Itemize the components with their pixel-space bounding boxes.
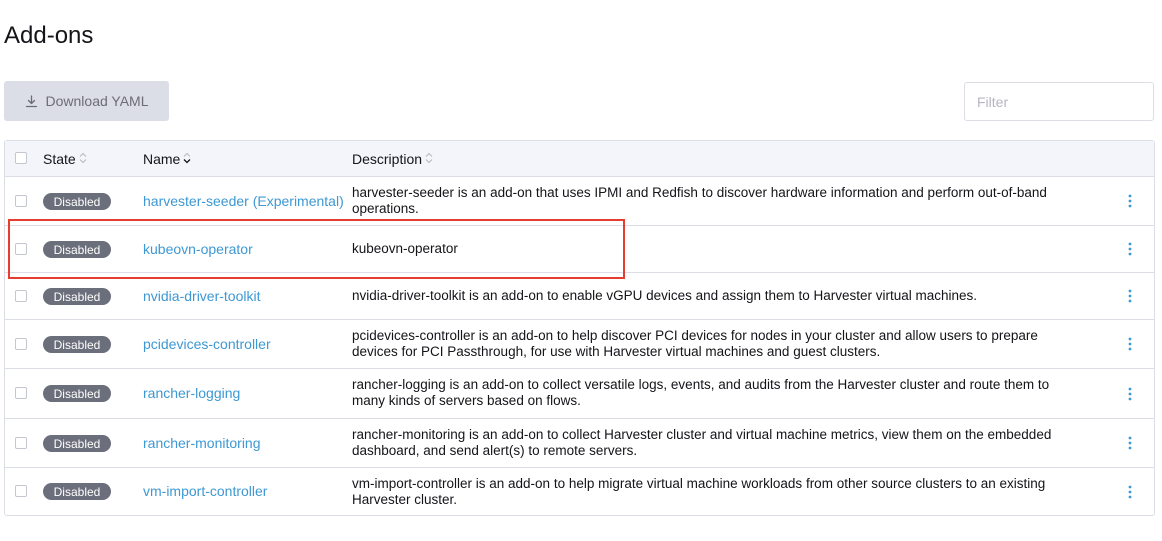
- column-header-name[interactable]: Name: [143, 141, 192, 177]
- status-badge: Disabled: [43, 241, 111, 258]
- table-row: Disabled vm-import-controller vm-import-…: [5, 468, 1154, 515]
- addon-description: rancher-logging is an add-on to collect …: [352, 377, 1050, 408]
- row-actions-kebab-icon[interactable]: [1122, 191, 1138, 211]
- page-title: Add-ons: [4, 22, 94, 49]
- addon-name-link[interactable]: rancher-logging: [143, 385, 240, 401]
- addon-name-link[interactable]: vm-import-controller: [143, 483, 267, 499]
- row-checkbox[interactable]: [15, 195, 27, 207]
- addon-description: rancher-monitoring is an add-on to colle…: [352, 427, 1052, 458]
- addon-name-link[interactable]: harvester-seeder (Experimental): [143, 193, 344, 209]
- table-row: Disabled kubeovn-operator kubeovn-operat…: [5, 226, 1154, 273]
- row-checkbox[interactable]: [15, 243, 27, 255]
- download-yaml-button[interactable]: Download YAML: [4, 81, 169, 121]
- row-actions-kebab-icon[interactable]: [1122, 334, 1138, 354]
- addon-name-link[interactable]: rancher-monitoring: [143, 435, 261, 451]
- row-checkbox[interactable]: [15, 485, 27, 497]
- column-header-state[interactable]: State: [43, 141, 88, 177]
- table-row: Disabled rancher-monitoring rancher-moni…: [5, 419, 1154, 468]
- addon-description: pcidevices-controller is an add-on to he…: [352, 328, 1038, 359]
- status-badge: Disabled: [43, 435, 111, 452]
- select-all-checkbox[interactable]: [15, 152, 27, 164]
- row-actions-kebab-icon[interactable]: [1122, 384, 1138, 404]
- addon-description: harvester-seeder is an add-on that uses …: [352, 185, 1047, 216]
- status-badge: Disabled: [43, 483, 111, 500]
- sort-icon: [182, 151, 192, 168]
- addons-table: State Name Description Disabled harveste…: [4, 140, 1155, 516]
- row-checkbox[interactable]: [15, 338, 27, 350]
- download-icon: [25, 94, 38, 108]
- row-actions-kebab-icon[interactable]: [1122, 286, 1138, 306]
- column-header-state-label: State: [43, 151, 76, 167]
- row-checkbox[interactable]: [15, 387, 27, 399]
- status-badge: Disabled: [43, 193, 111, 210]
- column-header-description[interactable]: Description: [352, 141, 434, 177]
- download-yaml-label: Download YAML: [45, 93, 149, 109]
- column-header-description-label: Description: [352, 151, 423, 167]
- addon-description: kubeovn-operator: [352, 241, 458, 256]
- table-row: Disabled nvidia-driver-toolkit nvidia-dr…: [5, 273, 1154, 320]
- addon-name-link[interactable]: kubeovn-operator: [143, 241, 253, 257]
- status-badge: Disabled: [43, 288, 111, 305]
- column-header-name-label: Name: [143, 151, 181, 167]
- table-header: State Name Description: [5, 141, 1154, 177]
- table-row: Disabled pcidevices-controller pcidevice…: [5, 320, 1154, 369]
- sort-icon: [78, 151, 88, 168]
- row-checkbox[interactable]: [15, 437, 27, 449]
- addon-description: vm-import-controller is an add-on to hel…: [352, 476, 1046, 507]
- status-badge: Disabled: [43, 385, 111, 402]
- sort-icon: [424, 151, 434, 168]
- row-actions-kebab-icon[interactable]: [1122, 482, 1138, 502]
- row-actions-kebab-icon[interactable]: [1122, 239, 1138, 259]
- table-row: Disabled rancher-logging rancher-logging…: [5, 369, 1154, 419]
- addon-name-link[interactable]: nvidia-driver-toolkit: [143, 288, 260, 304]
- status-badge: Disabled: [43, 336, 111, 353]
- row-actions-kebab-icon[interactable]: [1122, 433, 1138, 453]
- addon-name-link[interactable]: pcidevices-controller: [143, 336, 271, 352]
- row-checkbox[interactable]: [15, 290, 27, 302]
- table-row: Disabled harvester-seeder (Experimental)…: [5, 177, 1154, 226]
- filter-input[interactable]: [964, 82, 1154, 121]
- addon-description: nvidia-driver-toolkit is an add-on to en…: [352, 288, 978, 303]
